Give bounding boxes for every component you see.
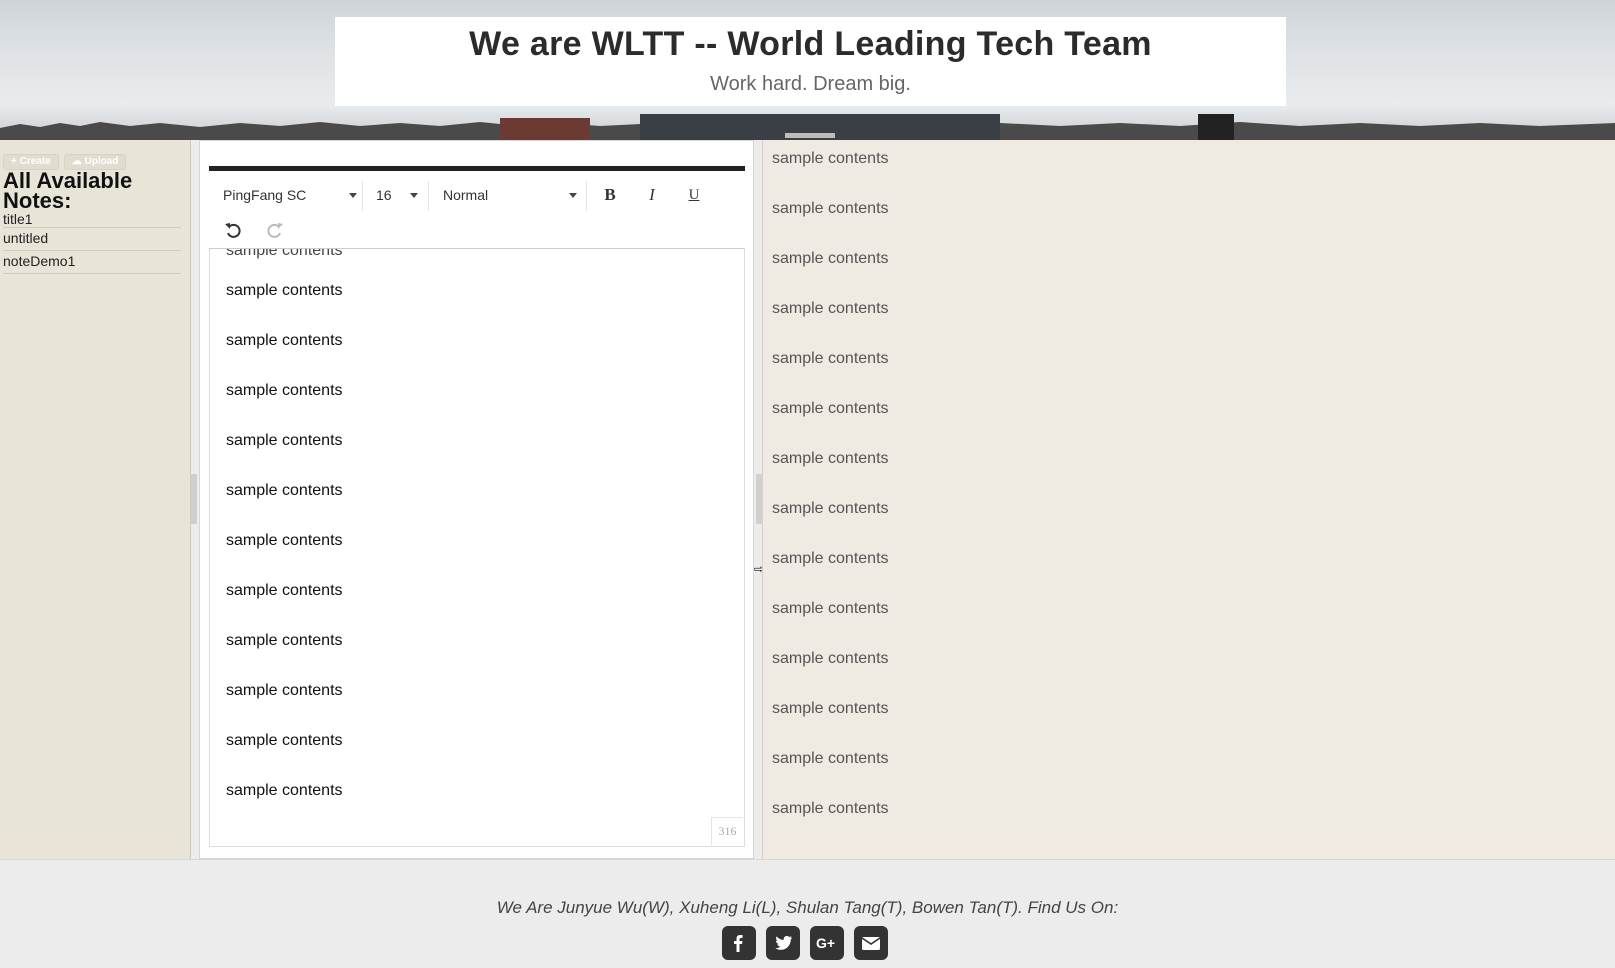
bold-button[interactable]: B xyxy=(597,181,623,209)
email-icon[interactable] xyxy=(854,926,888,960)
notes-heading: All Available Notes: xyxy=(3,168,133,213)
font-size-select[interactable]: 16 xyxy=(376,181,424,209)
preview-line: sample contents xyxy=(772,500,889,517)
social-links: G+ xyxy=(722,926,888,960)
editor-content[interactable]: sample contents sample contents sample c… xyxy=(209,249,745,847)
preview-line: sample contents xyxy=(772,550,889,567)
note-item-title1[interactable]: title1 xyxy=(3,212,181,228)
facebook-icon[interactable] xyxy=(722,926,756,960)
preview-line: sample contents xyxy=(772,400,889,417)
footer-credits: We Are Junyue Wu(W), Xuheng Li(L), Shula… xyxy=(496,898,1119,917)
editor-line: sample contents xyxy=(226,482,343,499)
editor-line-partial: sample contents xyxy=(226,249,343,259)
editor-toolbar: PingFang SC 16 Normal B I U xyxy=(209,171,745,249)
editor-line: sample contents xyxy=(226,432,343,449)
editor-line: sample contents xyxy=(226,682,343,699)
twitter-icon[interactable] xyxy=(766,926,800,960)
preview-line: sample contents xyxy=(772,150,889,167)
font-family-select[interactable]: PingFang SC xyxy=(223,181,358,209)
italic-button[interactable]: I xyxy=(639,181,665,209)
character-counter: 316 xyxy=(711,817,743,845)
preview-line: sample contents xyxy=(772,800,889,817)
note-item-untitled[interactable]: untitled xyxy=(3,228,181,251)
sidebar-resize-handle[interactable] xyxy=(191,474,197,524)
editor-line: sample contents xyxy=(226,632,343,649)
google-plus-icon[interactable]: G+ xyxy=(810,926,844,960)
preview-line: sample contents xyxy=(772,350,889,367)
footer: We Are Junyue Wu(W), Xuheng Li(L), Shula… xyxy=(0,859,1615,968)
editor-line: sample contents xyxy=(226,332,343,349)
editor-panel: PingFang SC 16 Normal B I U sample conte… xyxy=(199,140,754,859)
editor-line: sample contents xyxy=(226,582,343,599)
title-box: We are WLTT -- World Leading Tech Team W… xyxy=(335,17,1286,106)
editor-line: sample contents xyxy=(226,382,343,399)
font-size-value: 16 xyxy=(376,187,392,203)
preview-scrollbar-top[interactable] xyxy=(785,133,835,138)
heading-select[interactable]: Normal xyxy=(443,181,583,209)
preview-line: sample contents xyxy=(772,300,889,317)
preview-line: sample contents xyxy=(772,650,889,667)
chevron-down-icon xyxy=(349,193,357,198)
preview-line: sample contents xyxy=(772,750,889,767)
preview-line: sample contents xyxy=(772,200,889,217)
toolbar-divider xyxy=(428,181,429,211)
preview-line: sample contents xyxy=(772,250,889,267)
header-banner: We are WLTT -- World Leading Tech Team W… xyxy=(0,0,1615,140)
page-subtitle: Work hard. Dream big. xyxy=(710,73,911,95)
underline-button[interactable]: U xyxy=(681,181,707,209)
heading-value: Normal xyxy=(443,187,489,203)
preview-panel: sample contents sample contents sample c… xyxy=(762,140,1615,859)
toolbar-divider xyxy=(586,181,587,211)
undo-icon[interactable] xyxy=(222,219,244,241)
editor-line: sample contents xyxy=(226,282,343,299)
editor-line: sample contents xyxy=(226,732,343,749)
page-title: We are WLTT -- World Leading Tech Team xyxy=(469,25,1152,63)
font-family-value: PingFang SC xyxy=(223,187,307,203)
toolbar-divider xyxy=(362,181,363,211)
preview-line: sample contents xyxy=(772,450,889,467)
svg-text:G+: G+ xyxy=(816,935,835,951)
redo-icon[interactable] xyxy=(264,219,286,241)
editor-line: sample contents xyxy=(226,532,343,549)
editor-line: sample contents xyxy=(226,782,343,799)
chevron-down-icon xyxy=(410,193,418,198)
preview-line: sample contents xyxy=(772,600,889,617)
note-item-notedemo1[interactable]: noteDemo1 xyxy=(3,251,181,274)
notes-sidebar: + Create ☁ Upload All Available Notes: t… xyxy=(0,140,191,859)
notes-list: title1 untitled noteDemo1 xyxy=(3,212,181,274)
chevron-down-icon xyxy=(569,193,577,198)
preview-line: sample contents xyxy=(772,700,889,717)
